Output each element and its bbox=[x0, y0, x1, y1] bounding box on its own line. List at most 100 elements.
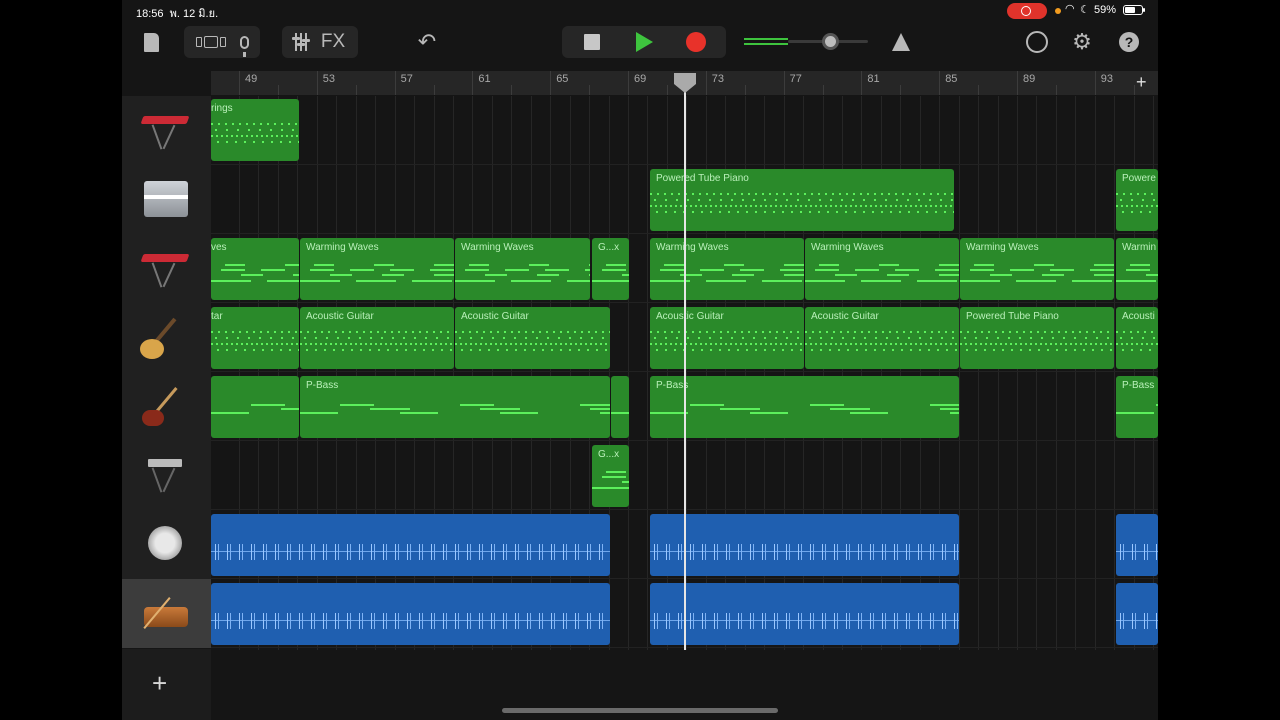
garageband-screen: 18:56 พ. 12 มิ.ย. ◠ ☾ 59% FX ↶ ⚙ ? 49 53 5… bbox=[122, 0, 1158, 720]
region[interactable]: P-Bass bbox=[1116, 376, 1158, 438]
help-button[interactable]: ? bbox=[1114, 26, 1144, 58]
ruler-subtick bbox=[433, 85, 435, 95]
track-header-piano[interactable] bbox=[122, 165, 211, 235]
add-section-button[interactable]: + bbox=[1136, 72, 1147, 93]
track-header-keyboard-1[interactable] bbox=[122, 96, 211, 166]
region[interactable]: tar bbox=[211, 307, 299, 369]
region[interactable]: Acoustic Guitar bbox=[650, 307, 804, 369]
region[interactable]: P-Bass bbox=[300, 376, 610, 438]
track-header-acoustic-guitar[interactable] bbox=[122, 303, 211, 373]
region[interactable]: Acoustic Guitar bbox=[300, 307, 454, 369]
ruler-subtick bbox=[589, 85, 591, 95]
battery-icon bbox=[1123, 5, 1145, 15]
region[interactable]: Warming Waves bbox=[805, 238, 959, 300]
fx-button[interactable]: FX bbox=[321, 31, 345, 53]
ruler-subtick bbox=[511, 85, 513, 95]
ruler-tick bbox=[628, 71, 629, 95]
loop-browser-button[interactable] bbox=[1022, 26, 1052, 58]
region[interactable]: Warmin bbox=[1116, 238, 1158, 300]
bar-number: 77 bbox=[789, 73, 802, 85]
track-header-keyboard-2[interactable] bbox=[122, 234, 211, 304]
audio-region[interactable] bbox=[650, 583, 959, 645]
audio-region[interactable] bbox=[650, 514, 959, 576]
region[interactable]: Acoustic Guitar bbox=[455, 307, 610, 369]
track-header-bass[interactable] bbox=[122, 372, 211, 442]
metronome-icon bbox=[892, 33, 910, 51]
focus-moon-icon: ☾ bbox=[1080, 4, 1090, 16]
settings-button[interactable]: ⚙ bbox=[1067, 26, 1097, 58]
region[interactable]: Powered Tube Piano bbox=[960, 307, 1114, 369]
acoustic-guitar-icon bbox=[138, 315, 194, 361]
region[interactable]: G...x bbox=[592, 238, 629, 300]
bass-guitar-icon bbox=[138, 384, 194, 430]
bar-number: 85 bbox=[945, 73, 958, 85]
audio-region[interactable] bbox=[1116, 514, 1158, 576]
bass-drum-icon bbox=[138, 522, 194, 568]
undo-icon: ↶ bbox=[417, 29, 437, 54]
transport-controls bbox=[562, 26, 726, 58]
track-header-synth[interactable] bbox=[122, 441, 211, 511]
playhead-line bbox=[684, 92, 686, 650]
home-indicator[interactable] bbox=[502, 708, 778, 713]
ruler-subtick bbox=[822, 85, 824, 95]
track-headers: + bbox=[122, 96, 211, 720]
snare-drum-icon bbox=[138, 591, 194, 637]
view-group bbox=[184, 26, 260, 58]
region[interactable]: ves bbox=[211, 238, 299, 300]
ruler-subtick bbox=[277, 85, 279, 95]
ruler-tick bbox=[783, 71, 785, 95]
region[interactable]: G...x bbox=[592, 445, 629, 507]
my-songs-button[interactable] bbox=[136, 26, 166, 58]
region[interactable]: Acoustic Guitar bbox=[805, 307, 959, 369]
bar-number: 61 bbox=[478, 73, 491, 85]
region[interactable] bbox=[611, 376, 629, 438]
screen-recording-icon[interactable] bbox=[1007, 3, 1047, 19]
region[interactable]: Warming Waves bbox=[300, 238, 454, 300]
audio-region[interactable] bbox=[211, 583, 610, 645]
ruler-subtick bbox=[744, 85, 746, 95]
track-header-snare[interactable] bbox=[122, 579, 211, 649]
region[interactable]: rings bbox=[211, 99, 299, 161]
audio-region[interactable] bbox=[1116, 583, 1158, 645]
bar-number: 81 bbox=[867, 73, 880, 85]
stop-button[interactable] bbox=[566, 26, 618, 58]
region[interactable]: Powered Tube Piano bbox=[650, 169, 954, 231]
track-header-bass-drum[interactable] bbox=[122, 510, 211, 580]
bar-number: 93 bbox=[1100, 73, 1114, 85]
audio-region[interactable] bbox=[211, 514, 610, 576]
ruler-tick bbox=[394, 71, 396, 95]
status-bar: 18:56 พ. 12 มิ.ย. ◠ ☾ 59% bbox=[122, 0, 1158, 22]
ruler-tick bbox=[1094, 71, 1096, 95]
record-button[interactable] bbox=[670, 26, 722, 58]
region[interactable]: Warming Waves bbox=[960, 238, 1114, 300]
bar-number: 49 bbox=[245, 73, 258, 85]
help-icon: ? bbox=[1119, 32, 1139, 52]
play-button[interactable] bbox=[618, 26, 670, 58]
volume-knob[interactable] bbox=[822, 33, 839, 50]
metronome-button[interactable] bbox=[886, 26, 916, 58]
synth-keyboard-icon bbox=[138, 453, 194, 499]
ruler-tick bbox=[316, 71, 318, 95]
bar-number: 53 bbox=[322, 73, 336, 85]
region[interactable]: P-Bass bbox=[650, 376, 959, 438]
stop-icon bbox=[584, 34, 600, 50]
master-volume-slider[interactable] bbox=[744, 26, 868, 58]
piano-icon bbox=[138, 177, 194, 223]
privacy-dot-icon bbox=[1055, 8, 1061, 14]
ruler-tick bbox=[1017, 71, 1018, 95]
keyboard-red-icon bbox=[138, 108, 194, 154]
region[interactable]: Warming Waves bbox=[650, 238, 804, 300]
region[interactable]: Acousti bbox=[1116, 307, 1158, 369]
mixer-icon[interactable] bbox=[291, 33, 310, 51]
microphone-icon[interactable] bbox=[239, 35, 249, 57]
ruler-subtick bbox=[978, 85, 980, 95]
ruler-tick bbox=[861, 71, 863, 95]
add-track-button[interactable]: + bbox=[152, 668, 167, 699]
undo-button[interactable]: ↶ bbox=[412, 26, 442, 58]
tracks-view-button[interactable] bbox=[195, 36, 226, 48]
region[interactable]: Warming Waves bbox=[455, 238, 590, 300]
region[interactable] bbox=[211, 376, 299, 438]
bar-number: 69 bbox=[634, 73, 647, 85]
region[interactable]: Powere bbox=[1116, 169, 1158, 231]
loop-icon bbox=[1026, 31, 1048, 53]
